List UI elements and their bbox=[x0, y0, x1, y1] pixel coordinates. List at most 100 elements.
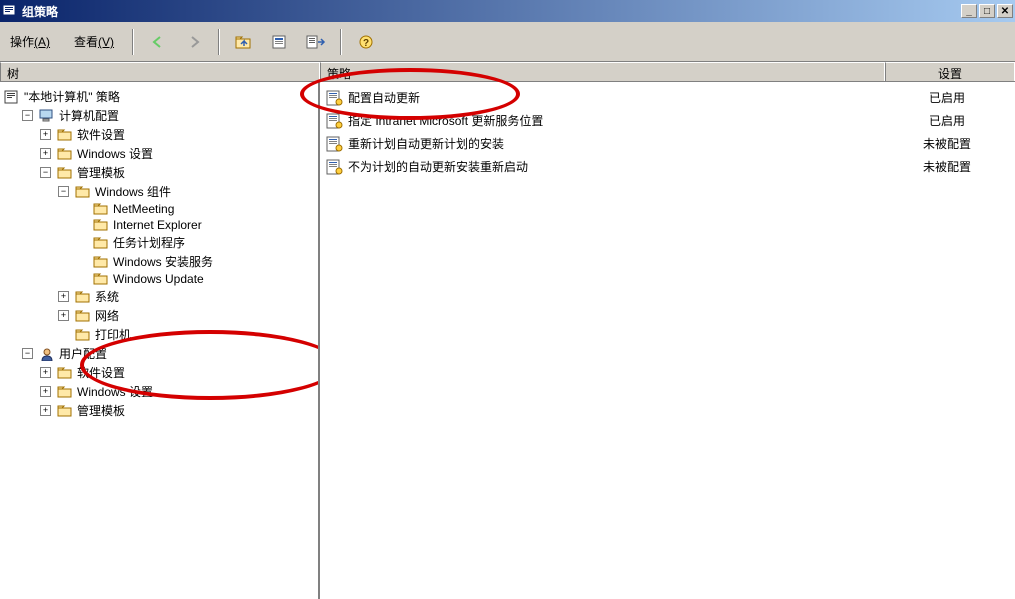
folder-icon bbox=[93, 236, 109, 250]
expand-icon[interactable]: + bbox=[40, 386, 51, 397]
tree-system[interactable]: + 系统 bbox=[58, 288, 316, 305]
printers-label: 打印机 bbox=[95, 326, 131, 343]
policy-root-icon bbox=[4, 90, 20, 104]
properties-button[interactable] bbox=[268, 30, 292, 54]
close-button[interactable]: ✕ bbox=[997, 4, 1013, 18]
app-icon bbox=[2, 3, 18, 19]
toolbar-separator-3 bbox=[340, 29, 342, 55]
folder-open-icon bbox=[57, 166, 73, 180]
tree-netmeeting[interactable]: NetMeeting bbox=[76, 202, 316, 216]
policy-name: 重新计划自动更新计划的安装 bbox=[348, 135, 885, 152]
software-settings-label: 软件设置 bbox=[77, 126, 125, 143]
help-button[interactable]: ? bbox=[354, 30, 378, 54]
window-titlebar: 组策略 _ □ ✕ bbox=[0, 0, 1015, 22]
column-header-row: 树 策略 设置 bbox=[0, 62, 1015, 82]
windows-update-label: Windows Update bbox=[113, 272, 204, 286]
windows-settings-2-label: Windows 设置 bbox=[77, 383, 153, 400]
user-config-label: 用户配置 bbox=[59, 345, 107, 362]
up-folder-button[interactable] bbox=[232, 30, 256, 54]
menu-action-label: 操作 bbox=[10, 35, 34, 49]
policy-setting: 已启用 bbox=[885, 112, 1009, 129]
tree-pane: "本地计算机" 策略 − 计算机配置 + bbox=[0, 82, 320, 599]
windows-settings-label: Windows 设置 bbox=[77, 145, 153, 162]
menu-view-label: 查看 bbox=[74, 35, 98, 49]
tree-windows-settings-2[interactable]: + Windows 设置 bbox=[40, 383, 316, 400]
tree-user-config[interactable]: − 用户配置 bbox=[22, 345, 316, 362]
system-label: 系统 bbox=[95, 288, 119, 305]
policy-row[interactable]: 指定 Intranet Microsoft 更新服务位置已启用 bbox=[320, 109, 1015, 132]
policy-name: 指定 Intranet Microsoft 更新服务位置 bbox=[348, 112, 885, 129]
expand-icon[interactable]: + bbox=[40, 148, 51, 159]
menu-action-hotkey: (A) bbox=[34, 35, 50, 49]
folder-icon bbox=[57, 404, 73, 418]
collapse-icon[interactable]: − bbox=[58, 186, 69, 197]
folder-open-icon bbox=[93, 272, 109, 286]
tree-software-settings[interactable]: + 软件设置 bbox=[40, 126, 316, 143]
folder-icon bbox=[57, 385, 73, 399]
collapse-icon[interactable]: − bbox=[40, 167, 51, 178]
forward-button[interactable] bbox=[182, 30, 206, 54]
collapse-icon[interactable]: − bbox=[22, 348, 33, 359]
collapse-icon[interactable]: − bbox=[22, 110, 33, 121]
folder-icon bbox=[57, 147, 73, 161]
tree-admin-templates-2[interactable]: + 管理模板 bbox=[40, 402, 316, 419]
tree-network[interactable]: + 网络 bbox=[58, 307, 316, 324]
content-area: "本地计算机" 策略 − 计算机配置 + bbox=[0, 82, 1015, 599]
maximize-button[interactable]: □ bbox=[979, 4, 995, 18]
folder-icon bbox=[57, 366, 73, 380]
policy-row[interactable]: 重新计划自动更新计划的安装未被配置 bbox=[320, 132, 1015, 155]
expand-icon[interactable]: + bbox=[40, 367, 51, 378]
policy-row[interactable]: 不为计划的自动更新安装重新启动未被配置 bbox=[320, 155, 1015, 178]
tree-admin-templates[interactable]: − 管理模板 bbox=[40, 164, 316, 181]
back-button[interactable] bbox=[146, 30, 170, 54]
tree-printers[interactable]: 打印机 bbox=[58, 326, 316, 343]
no-expand-icon bbox=[58, 329, 69, 340]
export-list-button[interactable] bbox=[304, 30, 328, 54]
no-expand-icon bbox=[76, 274, 87, 285]
policy-setting: 未被配置 bbox=[885, 135, 1009, 152]
folder-icon bbox=[93, 202, 109, 216]
folder-icon bbox=[75, 290, 91, 304]
folder-icon bbox=[93, 218, 109, 232]
windows-installer-label: Windows 安装服务 bbox=[113, 253, 213, 270]
policy-name: 配置自动更新 bbox=[348, 89, 885, 106]
tree-windows-installer[interactable]: Windows 安装服务 bbox=[76, 253, 316, 270]
tree-software-settings-2[interactable]: + 软件设置 bbox=[40, 364, 316, 381]
expand-icon[interactable]: + bbox=[58, 291, 69, 302]
policy-setting: 已启用 bbox=[885, 89, 1009, 106]
column-policy-header[interactable]: 策略 bbox=[320, 62, 885, 81]
menu-action[interactable]: 操作(A) bbox=[4, 31, 56, 52]
folder-icon bbox=[75, 309, 91, 323]
admin-templates-label: 管理模板 bbox=[77, 164, 125, 181]
menu-view-hotkey: (V) bbox=[98, 35, 114, 49]
column-setting-header[interactable]: 设置 bbox=[885, 62, 1015, 81]
column-tree-header[interactable]: 树 bbox=[0, 62, 320, 81]
tree-root-label: "本地计算机" 策略 bbox=[24, 88, 120, 105]
admin-templates-2-label: 管理模板 bbox=[77, 402, 125, 419]
no-expand-icon bbox=[76, 237, 87, 248]
folder-icon bbox=[93, 255, 109, 269]
minimize-button[interactable]: _ bbox=[961, 4, 977, 18]
tree-windows-update[interactable]: Windows Update bbox=[76, 272, 316, 286]
tree-ie[interactable]: Internet Explorer bbox=[76, 218, 316, 232]
tree-root[interactable]: "本地计算机" 策略 bbox=[4, 88, 316, 105]
tree-computer-config[interactable]: − 计算机配置 bbox=[22, 107, 316, 124]
no-expand-icon bbox=[76, 256, 87, 267]
tree-task-scheduler[interactable]: 任务计划程序 bbox=[76, 234, 316, 251]
netmeeting-label: NetMeeting bbox=[113, 202, 174, 216]
software-settings-2-label: 软件设置 bbox=[77, 364, 125, 381]
expand-icon[interactable]: + bbox=[40, 129, 51, 140]
expand-icon[interactable]: + bbox=[58, 310, 69, 321]
expand-icon[interactable]: + bbox=[40, 405, 51, 416]
user-icon bbox=[39, 347, 55, 361]
task-scheduler-label: 任务计划程序 bbox=[113, 234, 185, 251]
folder-icon bbox=[57, 128, 73, 142]
policy-row[interactable]: 配置自动更新已启用 bbox=[320, 86, 1015, 109]
toolbar-separator-2 bbox=[218, 29, 220, 55]
menubar: 操作(A) 查看(V) ? bbox=[0, 22, 1015, 62]
computer-icon bbox=[39, 109, 55, 123]
tree-windows-components[interactable]: − Windows 组件 bbox=[58, 183, 316, 200]
toolbar-separator bbox=[132, 29, 134, 55]
tree-windows-settings[interactable]: + Windows 设置 bbox=[40, 145, 316, 162]
menu-view[interactable]: 查看(V) bbox=[68, 31, 120, 52]
